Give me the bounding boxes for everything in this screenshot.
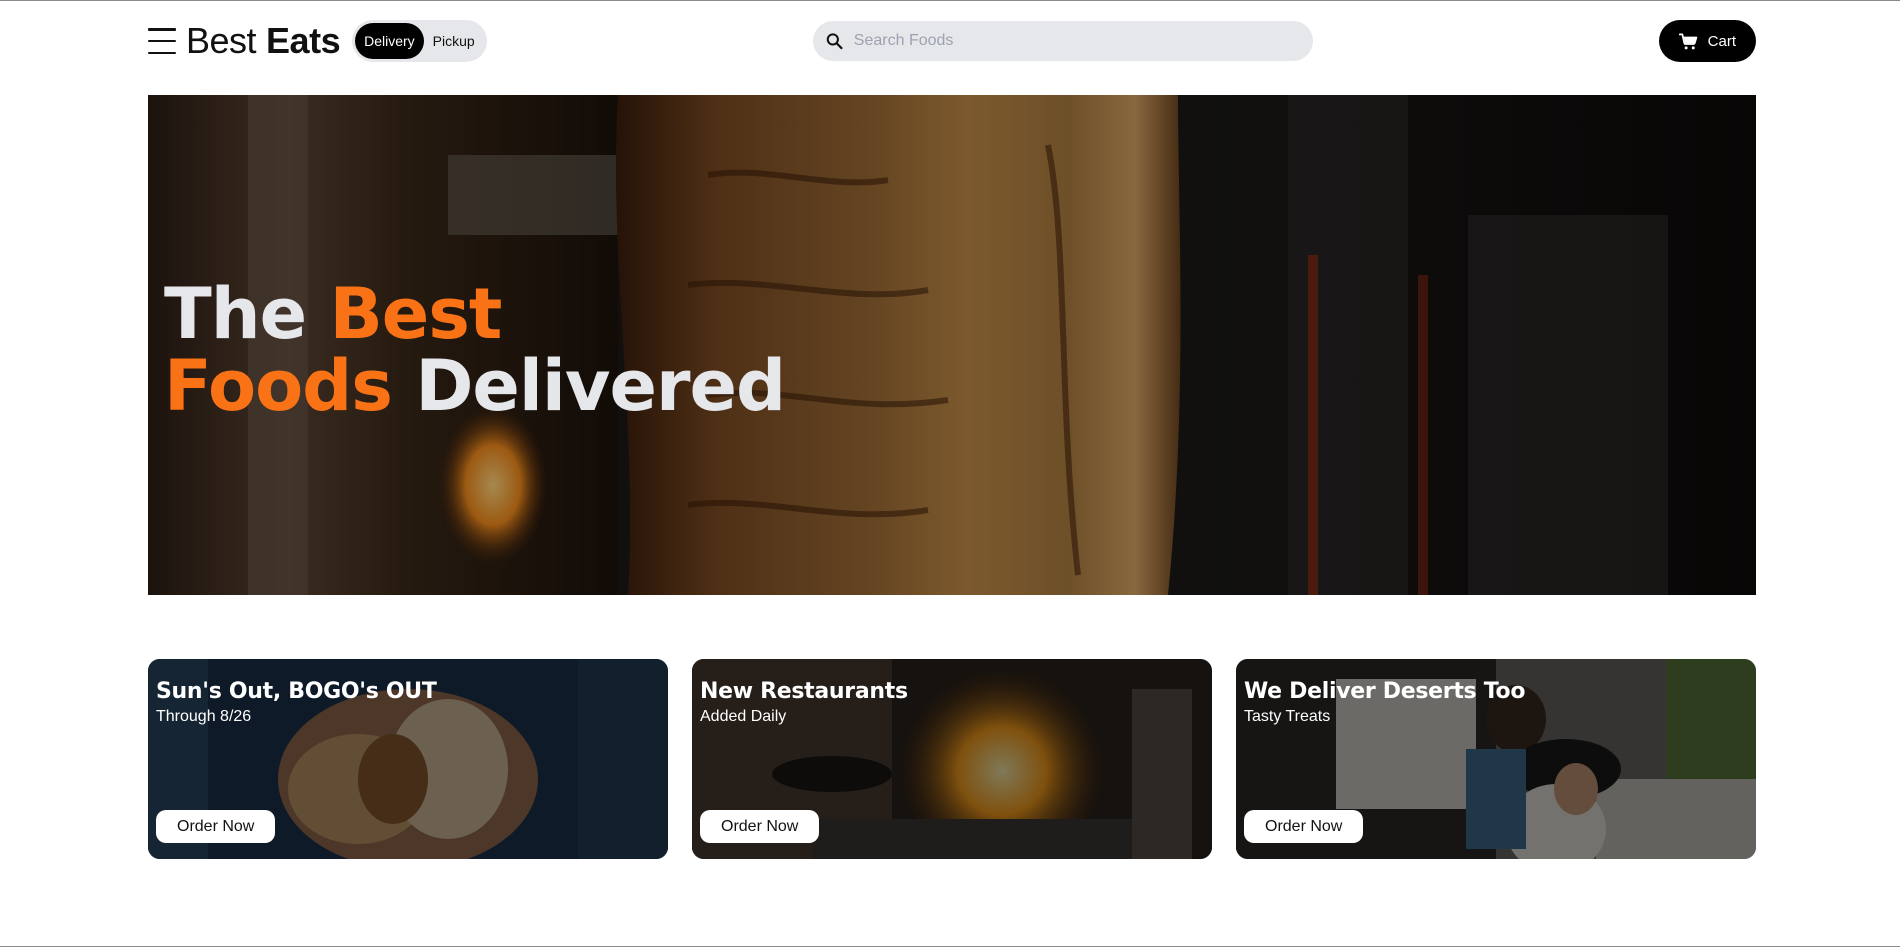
hero-headline: The Best Foods Delivered xyxy=(164,278,786,422)
order-now-button[interactable]: Order Now xyxy=(156,810,276,843)
cart-label: Cart xyxy=(1707,32,1736,50)
hamburger-menu-icon[interactable] xyxy=(148,28,176,54)
cart-icon xyxy=(1678,33,1697,49)
search-icon[interactable] xyxy=(825,31,844,51)
cart-button[interactable]: Cart xyxy=(1658,20,1756,62)
top-navbar: Best Eats Delivery Pickup Cart xyxy=(148,19,1756,63)
search-input[interactable] xyxy=(853,32,1301,50)
card-title: Sun's Out, BOGO's OUT xyxy=(156,679,437,704)
card-text: Sun's Out, BOGO's OUT Through 8/26 xyxy=(156,679,437,726)
card-title: New Restaurants xyxy=(700,679,908,704)
card-text: New Restaurants Added Daily xyxy=(700,679,908,726)
hero-banner: The Best Foods Delivered xyxy=(148,95,1756,595)
delivery-option[interactable]: Delivery xyxy=(355,23,424,59)
card-text: We Deliver Deserts Too Tasty Treats xyxy=(1244,679,1525,726)
order-now-button[interactable]: Order Now xyxy=(700,810,820,843)
hero-word-foods: Foods xyxy=(164,345,393,427)
hero-word-the: The xyxy=(164,273,307,355)
delivery-pickup-toggle: Delivery Pickup xyxy=(352,20,487,62)
hero-word-best: Best xyxy=(329,273,502,355)
promo-card-bogo[interactable]: Sun's Out, BOGO's OUT Through 8/26 Order… xyxy=(148,659,668,859)
card-subtitle: Added Daily xyxy=(700,708,787,725)
hero-word-delivered: Delivered xyxy=(415,345,786,427)
logo[interactable]: Best Eats xyxy=(186,20,341,62)
promo-card-desserts[interactable]: We Deliver Deserts Too Tasty Treats Orde… xyxy=(1236,659,1756,859)
pickup-option[interactable]: Pickup xyxy=(424,23,484,59)
promo-card-new-restaurants[interactable]: New Restaurants Added Daily Order Now xyxy=(692,659,1212,859)
logo-text-light: Best xyxy=(186,20,257,61)
card-subtitle: Through 8/26 xyxy=(156,708,252,725)
logo-text-bold: Eats xyxy=(266,20,341,61)
brand: Best Eats Delivery Pickup xyxy=(148,20,487,62)
card-title: We Deliver Deserts Too xyxy=(1244,679,1526,704)
card-subtitle: Tasty Treats xyxy=(1244,708,1331,725)
promo-cards: Sun's Out, BOGO's OUT Through 8/26 Order… xyxy=(148,659,1756,859)
search-bar xyxy=(813,21,1313,61)
order-now-button[interactable]: Order Now xyxy=(1244,810,1364,843)
